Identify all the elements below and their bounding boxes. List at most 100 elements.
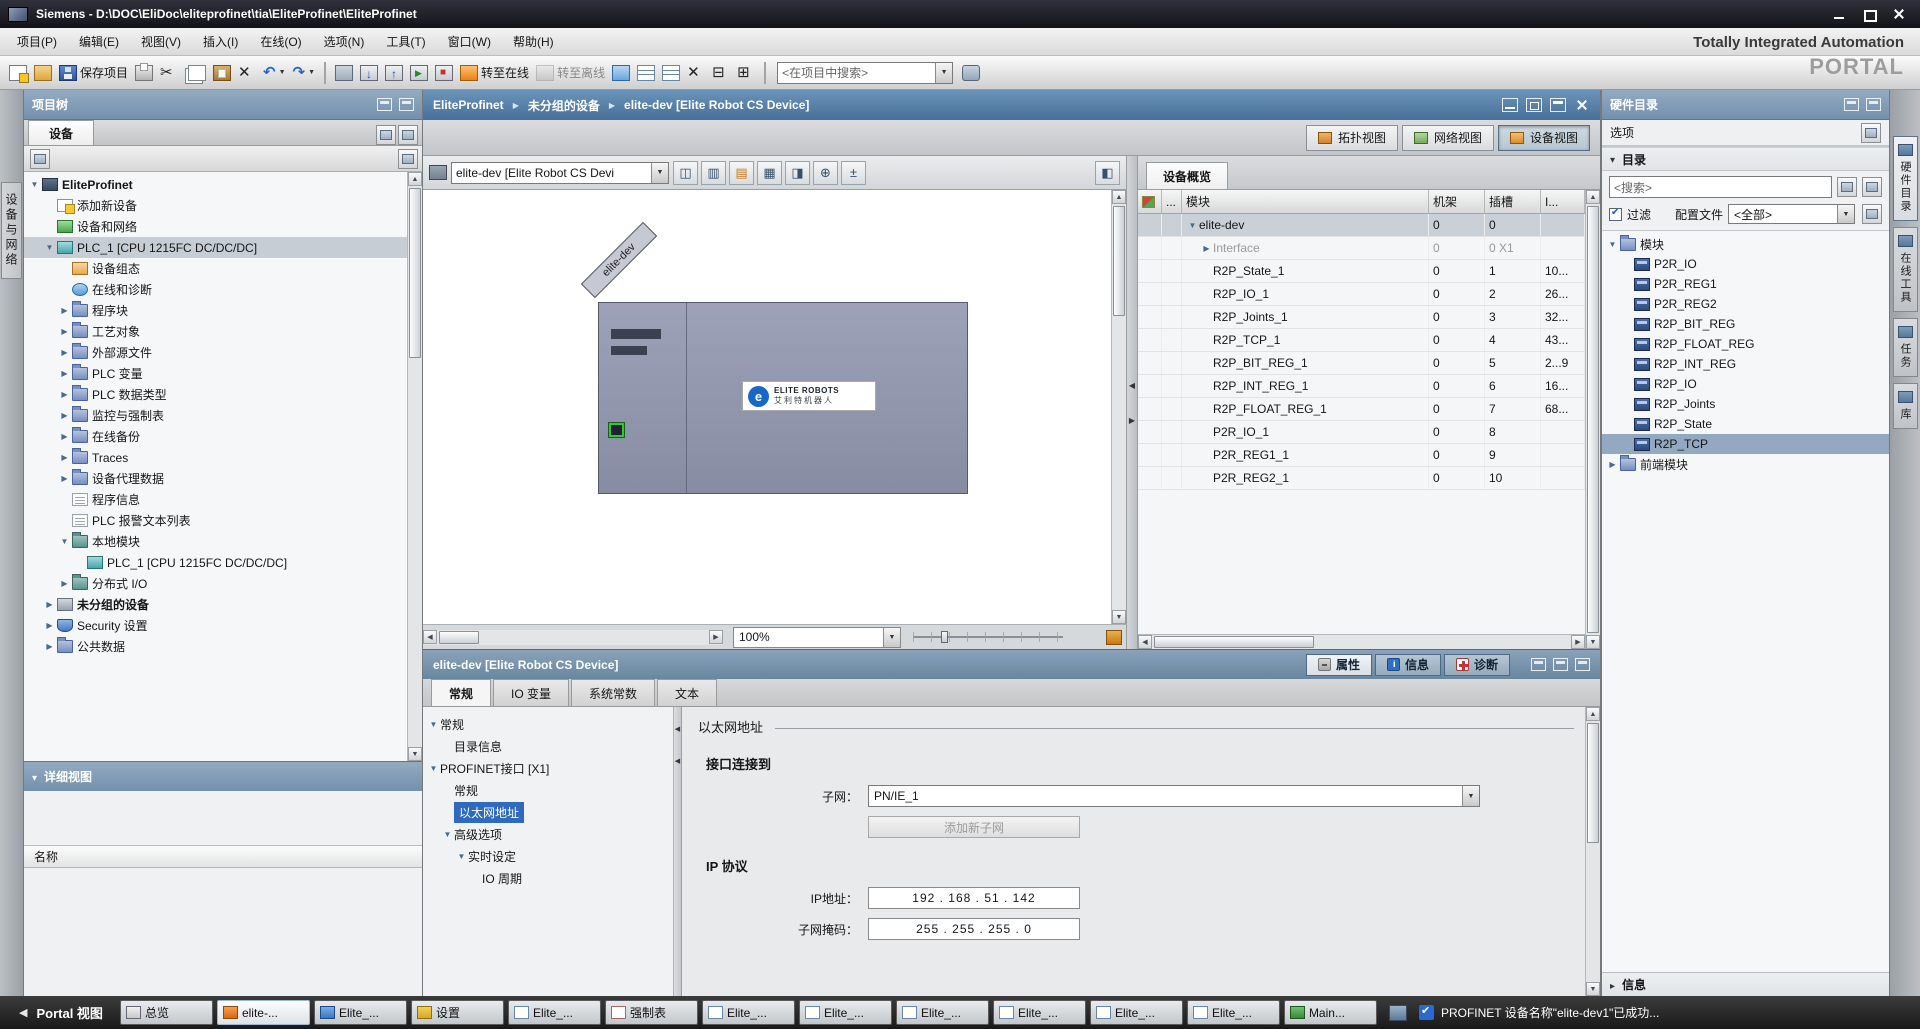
go-online-button[interactable]: 转至在线 xyxy=(457,60,532,86)
device-overview-row[interactable]: ▶ Interface 0 0 X1 xyxy=(1138,237,1585,260)
selected-port-icon[interactable] xyxy=(609,423,624,437)
splitter-right-icon[interactable]: ▶ xyxy=(1129,416,1135,425)
scroll-up-icon[interactable] xyxy=(1112,190,1126,204)
task-card-online-tools[interactable]: 在线工具 xyxy=(1893,227,1918,312)
subnet-mask-input[interactable]: 255 . 255 . 255 . 0 xyxy=(868,918,1080,940)
row-expander-icon[interactable]: ▼ xyxy=(1186,221,1199,230)
menu-window[interactable]: 窗口(W) xyxy=(437,28,502,55)
copy-button[interactable] xyxy=(182,60,209,86)
show-forces-button[interactable] xyxy=(659,60,683,86)
taskbar-elite-window[interactable]: Elite_... xyxy=(314,1000,407,1025)
scrollbar-thumb[interactable] xyxy=(409,188,421,358)
tree-item-traces[interactable]: ▶ Traces xyxy=(24,447,407,468)
remove-button[interactable]: ✕ xyxy=(684,60,708,86)
scroll-left-icon[interactable] xyxy=(1138,635,1152,649)
canvas-horizontal-scrollbar[interactable] xyxy=(423,630,723,645)
scrollbar-track[interactable] xyxy=(408,186,422,747)
tree-item-program-blocks[interactable]: ▶ 程序块 xyxy=(24,300,407,321)
status-message[interactable]: PROFINET 设备名称"elite-dev1"已成功... xyxy=(1419,1004,1659,1021)
maximize-icon[interactable] xyxy=(1862,7,1876,21)
tree-item-technology-objects[interactable]: ▶ 工艺对象 xyxy=(24,321,407,342)
tree-item-plc1[interactable]: ▼ PLC_1 [CPU 1215FC DC/DC/DC] xyxy=(24,237,407,258)
catalog-module-r2p-int-reg[interactable]: R2P_INT_REG xyxy=(1602,354,1889,374)
dots-column-header[interactable]: ... xyxy=(1162,190,1182,213)
tree-view-toggle-icon[interactable] xyxy=(376,125,396,145)
delete-button[interactable]: ✕ xyxy=(235,60,259,86)
menu-help[interactable]: 帮助(H) xyxy=(502,28,565,55)
properties-maximize-icon[interactable] xyxy=(1553,658,1568,671)
nav-expander-icon[interactable]: ▼ xyxy=(427,764,440,773)
scrollbar-track[interactable] xyxy=(1586,204,1600,635)
device-canvas[interactable]: elite-dev xyxy=(423,190,1111,624)
tree-expander-icon[interactable]: ▶ xyxy=(58,432,71,441)
zoom-slider-thumb[interactable] xyxy=(941,631,948,643)
zoom-slider[interactable] xyxy=(913,630,1063,644)
subnet-dropdown-icon[interactable] xyxy=(1462,786,1479,806)
device-overview-row[interactable]: ▼ elite-dev 0 0 xyxy=(1138,214,1585,237)
tree-item-add-new-device[interactable]: 添加新设备 xyxy=(24,195,407,216)
menu-view[interactable]: 视图(V) xyxy=(130,28,192,55)
scrollbar-thumb[interactable] xyxy=(1154,636,1314,648)
scroll-down-icon[interactable] xyxy=(408,747,422,761)
tree-item-plc1-module[interactable]: PLC_1 [CPU 1215FC DC/DC/DC] xyxy=(24,552,407,573)
info-side-tab[interactable]: 信息 xyxy=(1375,654,1441,676)
device-overview-row[interactable]: R2P_IO_1 0 2 26... xyxy=(1138,283,1585,306)
device-overview-row[interactable]: R2P_State_1 0 1 10... xyxy=(1138,260,1585,283)
tree-item-program-info[interactable]: 程序信息 xyxy=(24,489,407,510)
scrollbar-track[interactable] xyxy=(1112,204,1126,610)
tree-expander-icon[interactable]: ▶ xyxy=(58,369,71,378)
go-offline-button[interactable]: 转至离线 xyxy=(533,60,608,86)
toggle-device-data-button[interactable]: ◫ xyxy=(673,161,698,185)
nav-io-cycle[interactable]: IO 周期 xyxy=(423,867,673,889)
tree-expander-icon[interactable]: ▶ xyxy=(58,327,71,336)
toolbar-separator[interactable] xyxy=(764,62,766,84)
scrollbar-track[interactable] xyxy=(1586,721,1600,982)
grid-button[interactable]: ▦ xyxy=(757,161,782,185)
tree-expander-icon[interactable]: ▶ xyxy=(58,411,71,420)
options-icon[interactable] xyxy=(1861,123,1881,143)
scroll-down-icon[interactable] xyxy=(1586,982,1600,996)
tree-item-security-settings[interactable]: ▶ Security 设置 xyxy=(24,615,407,636)
float-panel-icon[interactable] xyxy=(1844,98,1859,111)
io-addresses-button[interactable]: ▤ xyxy=(729,161,754,185)
tree-item-common-data[interactable]: ▶ 公共数据 xyxy=(24,636,407,657)
tag-table-button[interactable]: ▥ xyxy=(701,161,726,185)
print-button[interactable] xyxy=(132,60,156,86)
tree-item-online-diagnostics[interactable]: 在线和诊断 xyxy=(24,279,407,300)
catalog-module-p2r-reg1[interactable]: P2R_REG1 xyxy=(1602,274,1889,294)
dropdown-caret-icon[interactable] xyxy=(279,69,286,76)
breadcrumb-elite-dev[interactable]: elite-dev [Elite Robot CS Device] xyxy=(600,98,810,112)
tree-details-icon[interactable] xyxy=(398,125,418,145)
catalog-folder-modules[interactable]: ▼ 模块 xyxy=(1602,234,1889,254)
taskbar-main-block[interactable]: Main... xyxy=(1284,1000,1377,1025)
overview-vertical-scrollbar[interactable] xyxy=(1585,190,1600,649)
catalog-module-p2r-io[interactable]: P2R_IO xyxy=(1602,254,1889,274)
io-tags-tab[interactable]: IO 变量 xyxy=(493,679,569,706)
device-overview-row[interactable]: R2P_Joints_1 0 3 32... xyxy=(1138,306,1585,329)
taskbar-elite-table[interactable]: Elite_... xyxy=(896,1000,989,1025)
device-overview-row[interactable]: R2P_BIT_REG_1 0 5 2...9 xyxy=(1138,352,1585,375)
zoom-dropdown-icon[interactable] xyxy=(883,628,900,647)
dropdown-caret-icon[interactable] xyxy=(308,69,315,76)
catalog-module-r2p-state[interactable]: R2P_State xyxy=(1602,414,1889,434)
accessible-devices-button[interactable] xyxy=(634,60,658,86)
device-selector-dropdown-icon[interactable] xyxy=(651,163,668,183)
diagnostics-side-tab[interactable]: 诊断 xyxy=(1444,654,1510,676)
profile-dropdown-icon[interactable] xyxy=(1837,205,1854,223)
sync-network-view-button[interactable]: ◧ xyxy=(1095,161,1120,185)
devices-networks-vertical-tab[interactable]: 设备与网络 xyxy=(1,182,22,279)
tree-item-distributed-io[interactable]: ▶ 分布式 I/O xyxy=(24,573,407,594)
zoom-in-button[interactable]: ⊕ xyxy=(813,161,838,185)
general-tab[interactable]: 常规 xyxy=(431,679,491,706)
collapse-panel-icon[interactable] xyxy=(1866,98,1881,111)
device-overview-row[interactable]: P2R_IO_1 0 8 xyxy=(1138,421,1585,444)
nav-advanced-options[interactable]: ▼ 高级选项 xyxy=(423,823,673,845)
overview-horizontal-scrollbar[interactable] xyxy=(1138,634,1585,649)
add-subnet-button[interactable]: 添加新子网 xyxy=(868,816,1080,838)
minimize-icon[interactable] xyxy=(1832,7,1846,21)
menu-edit[interactable]: 编辑(E) xyxy=(68,28,130,55)
open-project-button[interactable] xyxy=(31,60,55,86)
rack-column-header[interactable]: 机架 xyxy=(1429,190,1485,213)
iaddr-column-header[interactable]: I... xyxy=(1541,190,1585,213)
nav-catalog-information[interactable]: 目录信息 xyxy=(423,735,673,757)
